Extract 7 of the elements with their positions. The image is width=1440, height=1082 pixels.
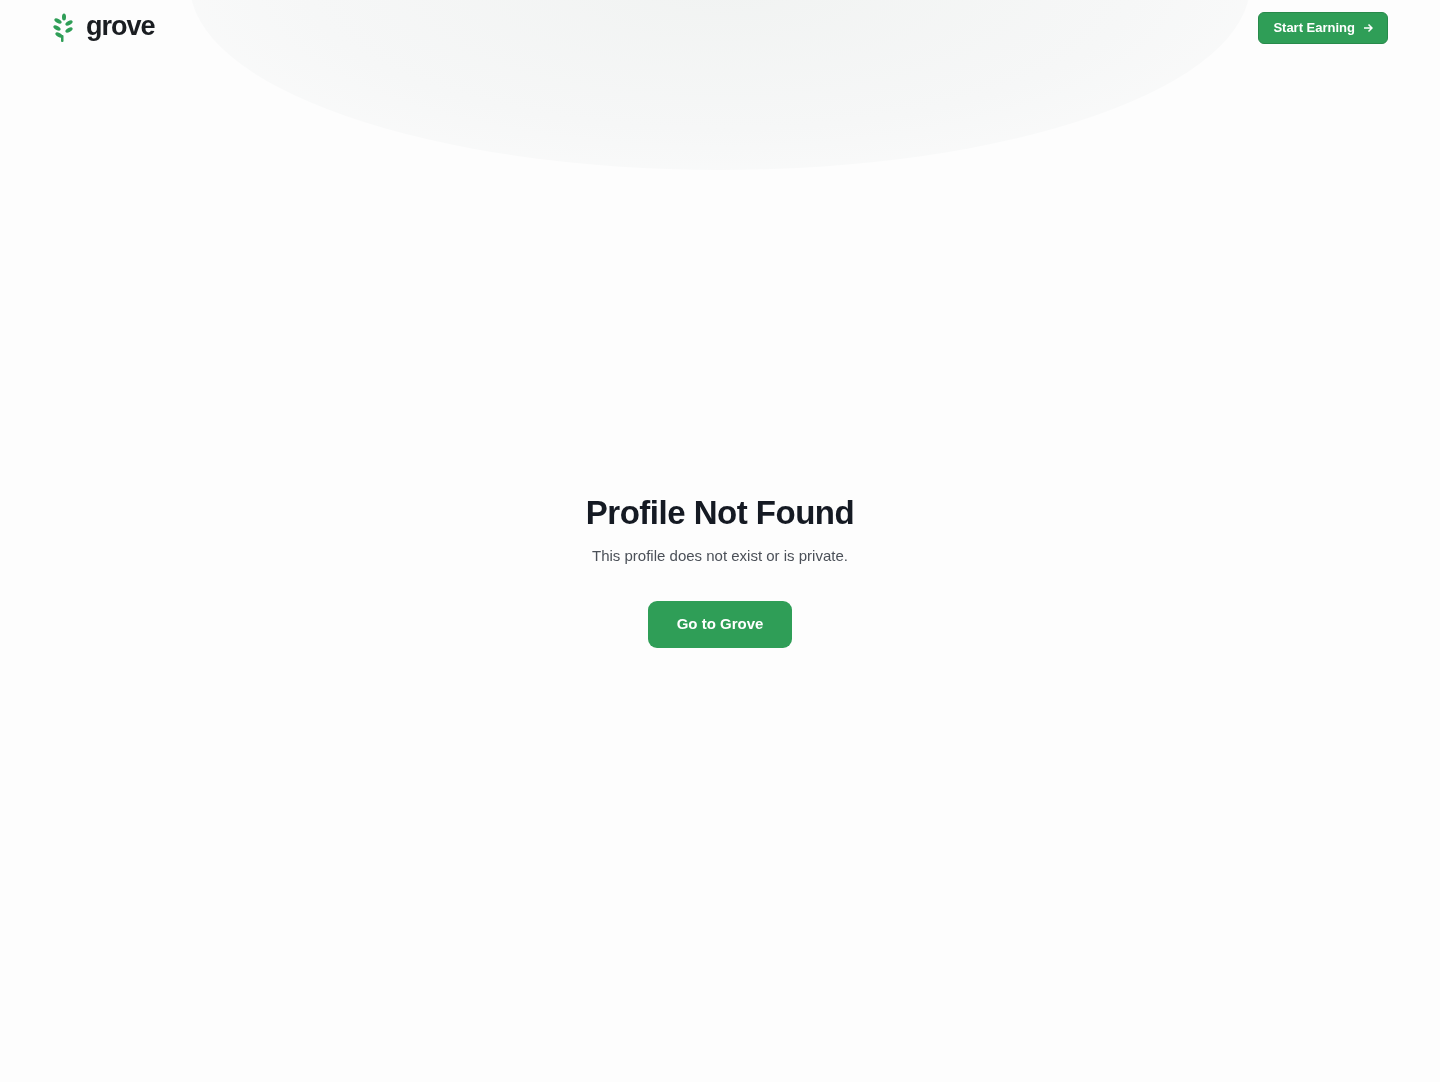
arrow-right-icon bbox=[1363, 23, 1373, 33]
sprout-icon bbox=[52, 13, 76, 43]
go-to-grove-button[interactable]: Go to Grove bbox=[648, 600, 792, 648]
logo-wordmark[interactable]: grove bbox=[86, 12, 155, 40]
page-title: Profile Not Found bbox=[585, 493, 855, 533]
start-earning-button[interactable]: Start Earning bbox=[1258, 12, 1388, 44]
status-message: This profile does not exist or is private. bbox=[592, 546, 848, 567]
